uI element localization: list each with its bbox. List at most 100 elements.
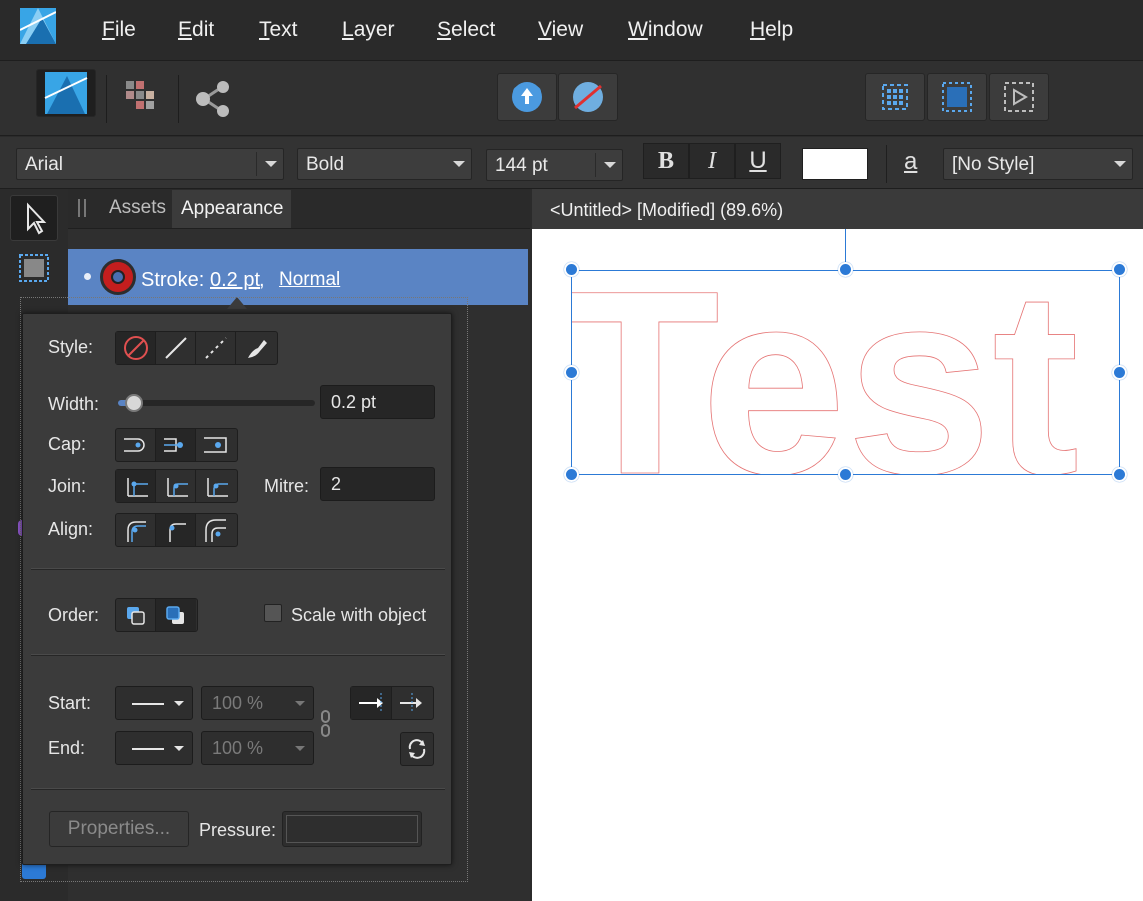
text-wrap-button[interactable] xyxy=(558,73,618,121)
panel-tab-bar: Assets xyxy=(68,189,530,229)
width-input[interactable]: 0.2 pt xyxy=(320,385,435,419)
menu-file[interactable]: File xyxy=(102,18,136,42)
margins-button[interactable] xyxy=(927,73,987,121)
menu-layer[interactable]: Layer xyxy=(342,18,395,42)
panel-grip-icon[interactable] xyxy=(78,199,86,217)
tab-appearance[interactable]: Appearance xyxy=(172,190,291,228)
publisher-persona-button[interactable] xyxy=(36,69,96,117)
chevron-down-icon xyxy=(604,162,616,168)
arrow-outside-button[interactable] xyxy=(351,687,392,719)
resize-handle-top[interactable] xyxy=(838,262,853,277)
resize-handle-bottom-left[interactable] xyxy=(564,467,579,482)
bold-button[interactable]: B xyxy=(643,143,689,179)
resize-handle-left[interactable] xyxy=(564,365,579,380)
dash-line-style-button[interactable] xyxy=(196,332,236,364)
stroke-color-icon[interactable] xyxy=(100,259,136,295)
stroke-blend-link[interactable]: Normal xyxy=(279,269,340,291)
arrow-inside-button[interactable] xyxy=(392,687,433,719)
resize-handle-bottom[interactable] xyxy=(838,467,853,482)
font-weight-value: Bold xyxy=(306,154,345,175)
mitre-join-button[interactable] xyxy=(116,470,156,502)
menu-view[interactable]: View xyxy=(538,18,583,42)
end-scale-value: 100 % xyxy=(212,738,264,758)
round-cap-button[interactable] xyxy=(156,429,196,461)
align-center-button[interactable] xyxy=(156,514,196,546)
brush-style-button[interactable] xyxy=(236,332,276,364)
font-size-value: 144 pt xyxy=(495,155,548,176)
properties-button[interactable]: Properties... xyxy=(49,811,189,847)
menu-select[interactable]: Select xyxy=(437,18,495,42)
preview-mode-button[interactable] xyxy=(989,73,1049,121)
character-style-icon[interactable]: a xyxy=(904,148,917,176)
end-scale-combo[interactable]: 100 % xyxy=(201,731,314,765)
bevel-join-button[interactable] xyxy=(196,470,236,502)
resize-handle-top-right[interactable] xyxy=(1112,262,1127,277)
section-divider xyxy=(31,568,445,570)
context-divider xyxy=(886,145,887,183)
grid-snap-button[interactable] xyxy=(865,73,925,121)
tab-appearance-label: Appearance xyxy=(181,198,284,219)
paragraph-style-combo[interactable]: [No Style] xyxy=(943,148,1133,180)
end-arrowhead-combo[interactable] xyxy=(115,731,193,765)
start-scale-combo[interactable]: 100 % xyxy=(201,686,314,720)
stroke-behind-fill-button[interactable] xyxy=(116,599,156,631)
butt-cap-button[interactable] xyxy=(116,429,156,461)
menu-bar: File Edit Text Layer Select View Window … xyxy=(0,0,1143,60)
document-tab[interactable]: <Untitled> [Modified] (89.6%) xyxy=(532,189,1143,229)
main-toolbar xyxy=(0,60,1143,136)
mitre-input[interactable]: 2 xyxy=(320,467,435,501)
scale-with-object-checkbox[interactable] xyxy=(264,604,282,622)
pressure-graph[interactable] xyxy=(282,811,422,847)
designer-persona-icon[interactable] xyxy=(124,79,164,124)
share-icon[interactable] xyxy=(192,79,232,124)
selection-box[interactable]: Test xyxy=(571,270,1120,475)
document-canvas[interactable]: Test xyxy=(532,229,1143,901)
chevron-down-icon xyxy=(174,746,184,751)
chevron-down-icon xyxy=(295,746,305,751)
width-slider-track[interactable] xyxy=(118,400,315,406)
width-slider-thumb[interactable] xyxy=(125,394,143,412)
stroke-label: Stroke: xyxy=(141,269,205,291)
link-scales-icon[interactable] xyxy=(319,709,333,744)
end-label: End: xyxy=(48,738,86,758)
no-stroke-style-button[interactable] xyxy=(116,332,156,364)
start-label: Start: xyxy=(48,693,92,713)
move-tool-button[interactable] xyxy=(10,195,58,241)
font-weight-combo[interactable]: Bold xyxy=(297,148,472,180)
menu-text[interactable]: Text xyxy=(259,18,298,42)
stroke-width-link[interactable]: 0.2 pt xyxy=(210,269,260,292)
mitre-label: Mitre: xyxy=(264,476,309,496)
resize-handle-top-left[interactable] xyxy=(564,262,579,277)
font-family-value: Arial xyxy=(25,154,64,175)
chevron-down-icon xyxy=(174,701,184,706)
cap-group xyxy=(115,428,238,462)
frame-tool-icon[interactable] xyxy=(16,251,52,290)
menu-help[interactable]: Help xyxy=(750,18,793,42)
tab-assets[interactable]: Assets xyxy=(109,197,166,219)
round-join-button[interactable] xyxy=(156,470,196,502)
stroke-in-front-button[interactable] xyxy=(156,599,196,631)
text-frame-content: Test xyxy=(572,271,1079,475)
order-label: Order: xyxy=(48,605,100,625)
section-divider xyxy=(31,788,445,790)
start-arrowhead-combo[interactable] xyxy=(115,686,193,720)
resize-handle-bottom-right[interactable] xyxy=(1112,467,1127,482)
text-color-swatch[interactable] xyxy=(802,148,868,180)
underline-button[interactable]: U xyxy=(735,143,781,179)
square-cap-button[interactable] xyxy=(196,429,236,461)
italic-button[interactable]: I xyxy=(689,143,735,179)
font-family-combo[interactable]: Arial xyxy=(16,148,284,180)
menu-window[interactable]: Window xyxy=(628,18,703,42)
affinity-publisher-logo-icon[interactable] xyxy=(19,8,57,44)
align-inside-button[interactable] xyxy=(116,514,156,546)
place-image-button[interactable] xyxy=(497,73,557,121)
width-label: Width: xyxy=(48,394,100,414)
font-size-combo[interactable]: 144 pt xyxy=(486,149,623,181)
join-group xyxy=(115,469,238,503)
align-outside-button[interactable] xyxy=(196,514,236,546)
swap-arrowheads-button[interactable] xyxy=(400,732,434,766)
solid-line-style-button[interactable] xyxy=(156,332,196,364)
menu-edit[interactable]: Edit xyxy=(178,18,214,42)
style-label: Style: xyxy=(48,337,94,357)
resize-handle-right[interactable] xyxy=(1112,365,1127,380)
